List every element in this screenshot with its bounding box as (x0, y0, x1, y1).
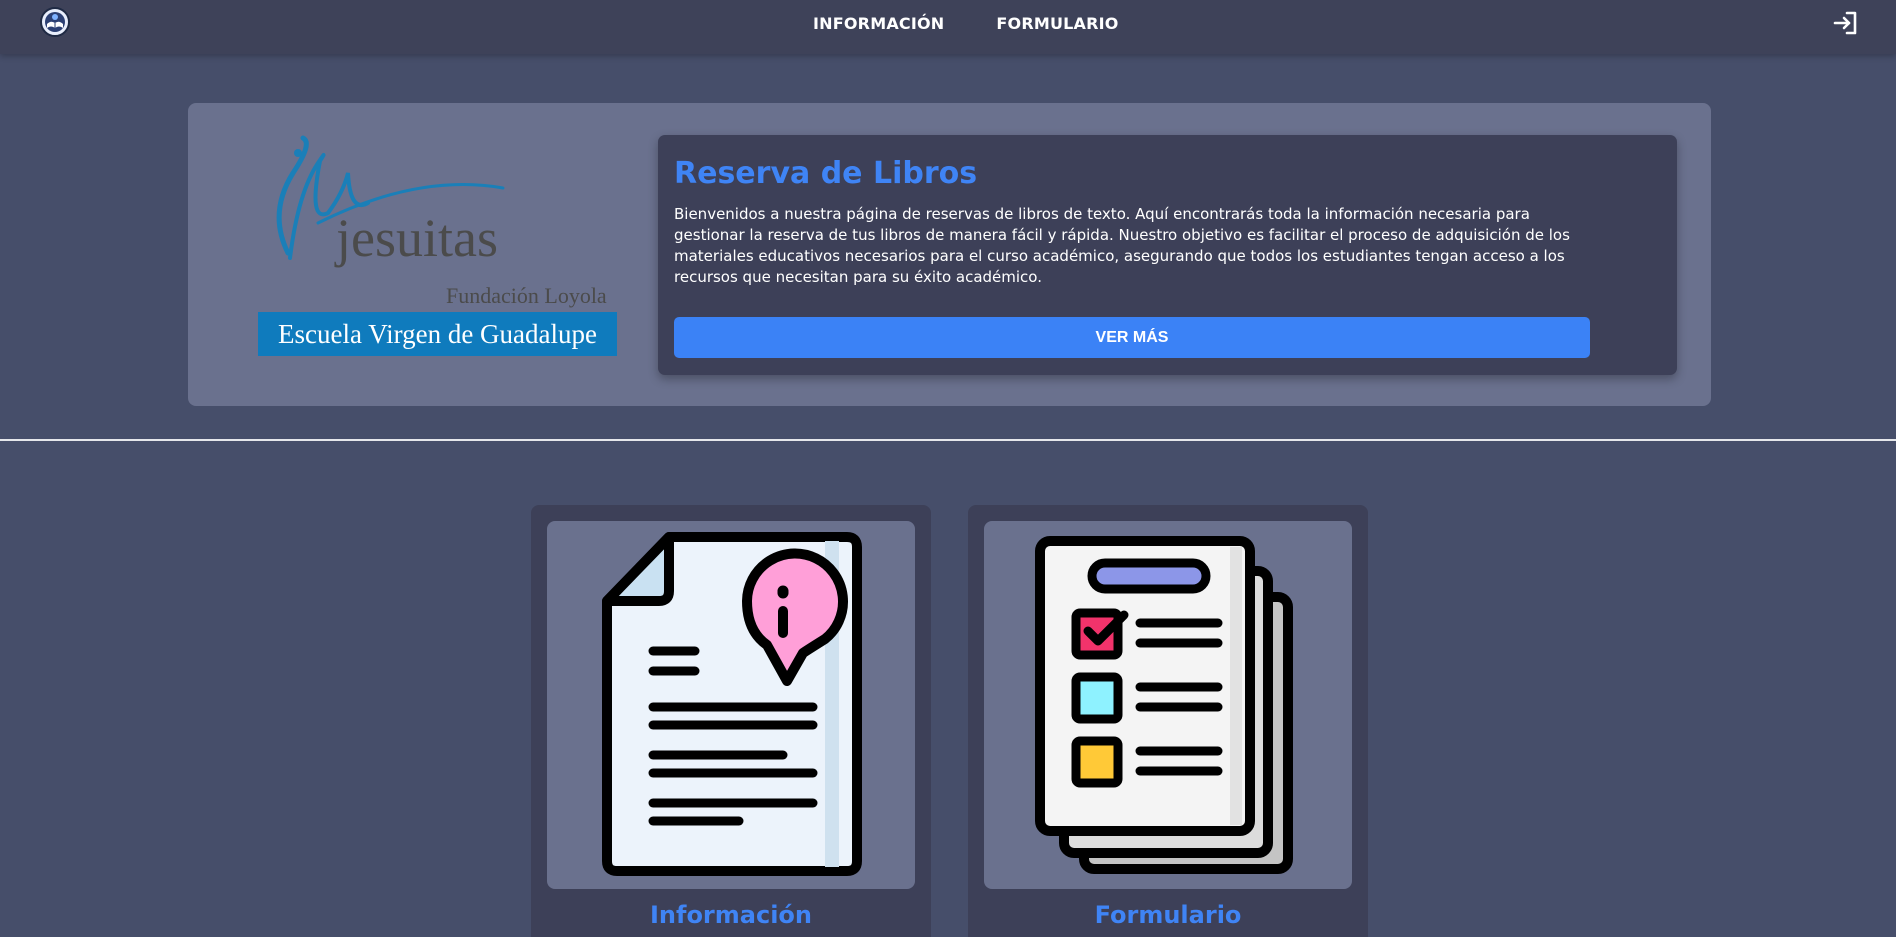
logo-text-fundacion: Fundación Loyola (446, 283, 607, 308)
logo-text-jesuitas: jesuitas (334, 208, 498, 268)
form-card-image (984, 521, 1352, 889)
nav-links: INFORMACIÓN FORMULARIO (813, 14, 1119, 33)
info-document-icon (602, 532, 862, 876)
hero-title: Reserva de Libros (674, 156, 978, 191)
info-card[interactable]: Información (531, 505, 931, 937)
hero-card: Reserva de Libros Bienvenidos a nuestra … (658, 135, 1677, 375)
checklist-form-icon (1035, 536, 1293, 874)
hero-description: Bienvenidos a nuestra página de reservas… (674, 205, 1570, 286)
hero-section: jesuitas Fundación Loyola Escuela Virgen… (188, 103, 1711, 406)
sign-in-icon[interactable] (1832, 9, 1860, 37)
form-card[interactable]: Formulario (968, 505, 1368, 937)
nav-link-informacion[interactable]: INFORMACIÓN (813, 14, 944, 33)
info-card-title[interactable]: Información (531, 901, 931, 929)
book-globe-icon[interactable] (40, 7, 70, 37)
form-card-title[interactable]: Formulario (968, 901, 1368, 929)
top-navbar: INFORMACIÓN FORMULARIO (0, 0, 1896, 54)
school-name-banner: Escuela Virgen de Guadalupe (258, 312, 617, 356)
info-card-image (547, 521, 915, 889)
nav-link-formulario[interactable]: FORMULARIO (996, 14, 1118, 33)
ver-mas-button[interactable]: VER MÁS (674, 317, 1590, 358)
section-divider (0, 439, 1896, 441)
